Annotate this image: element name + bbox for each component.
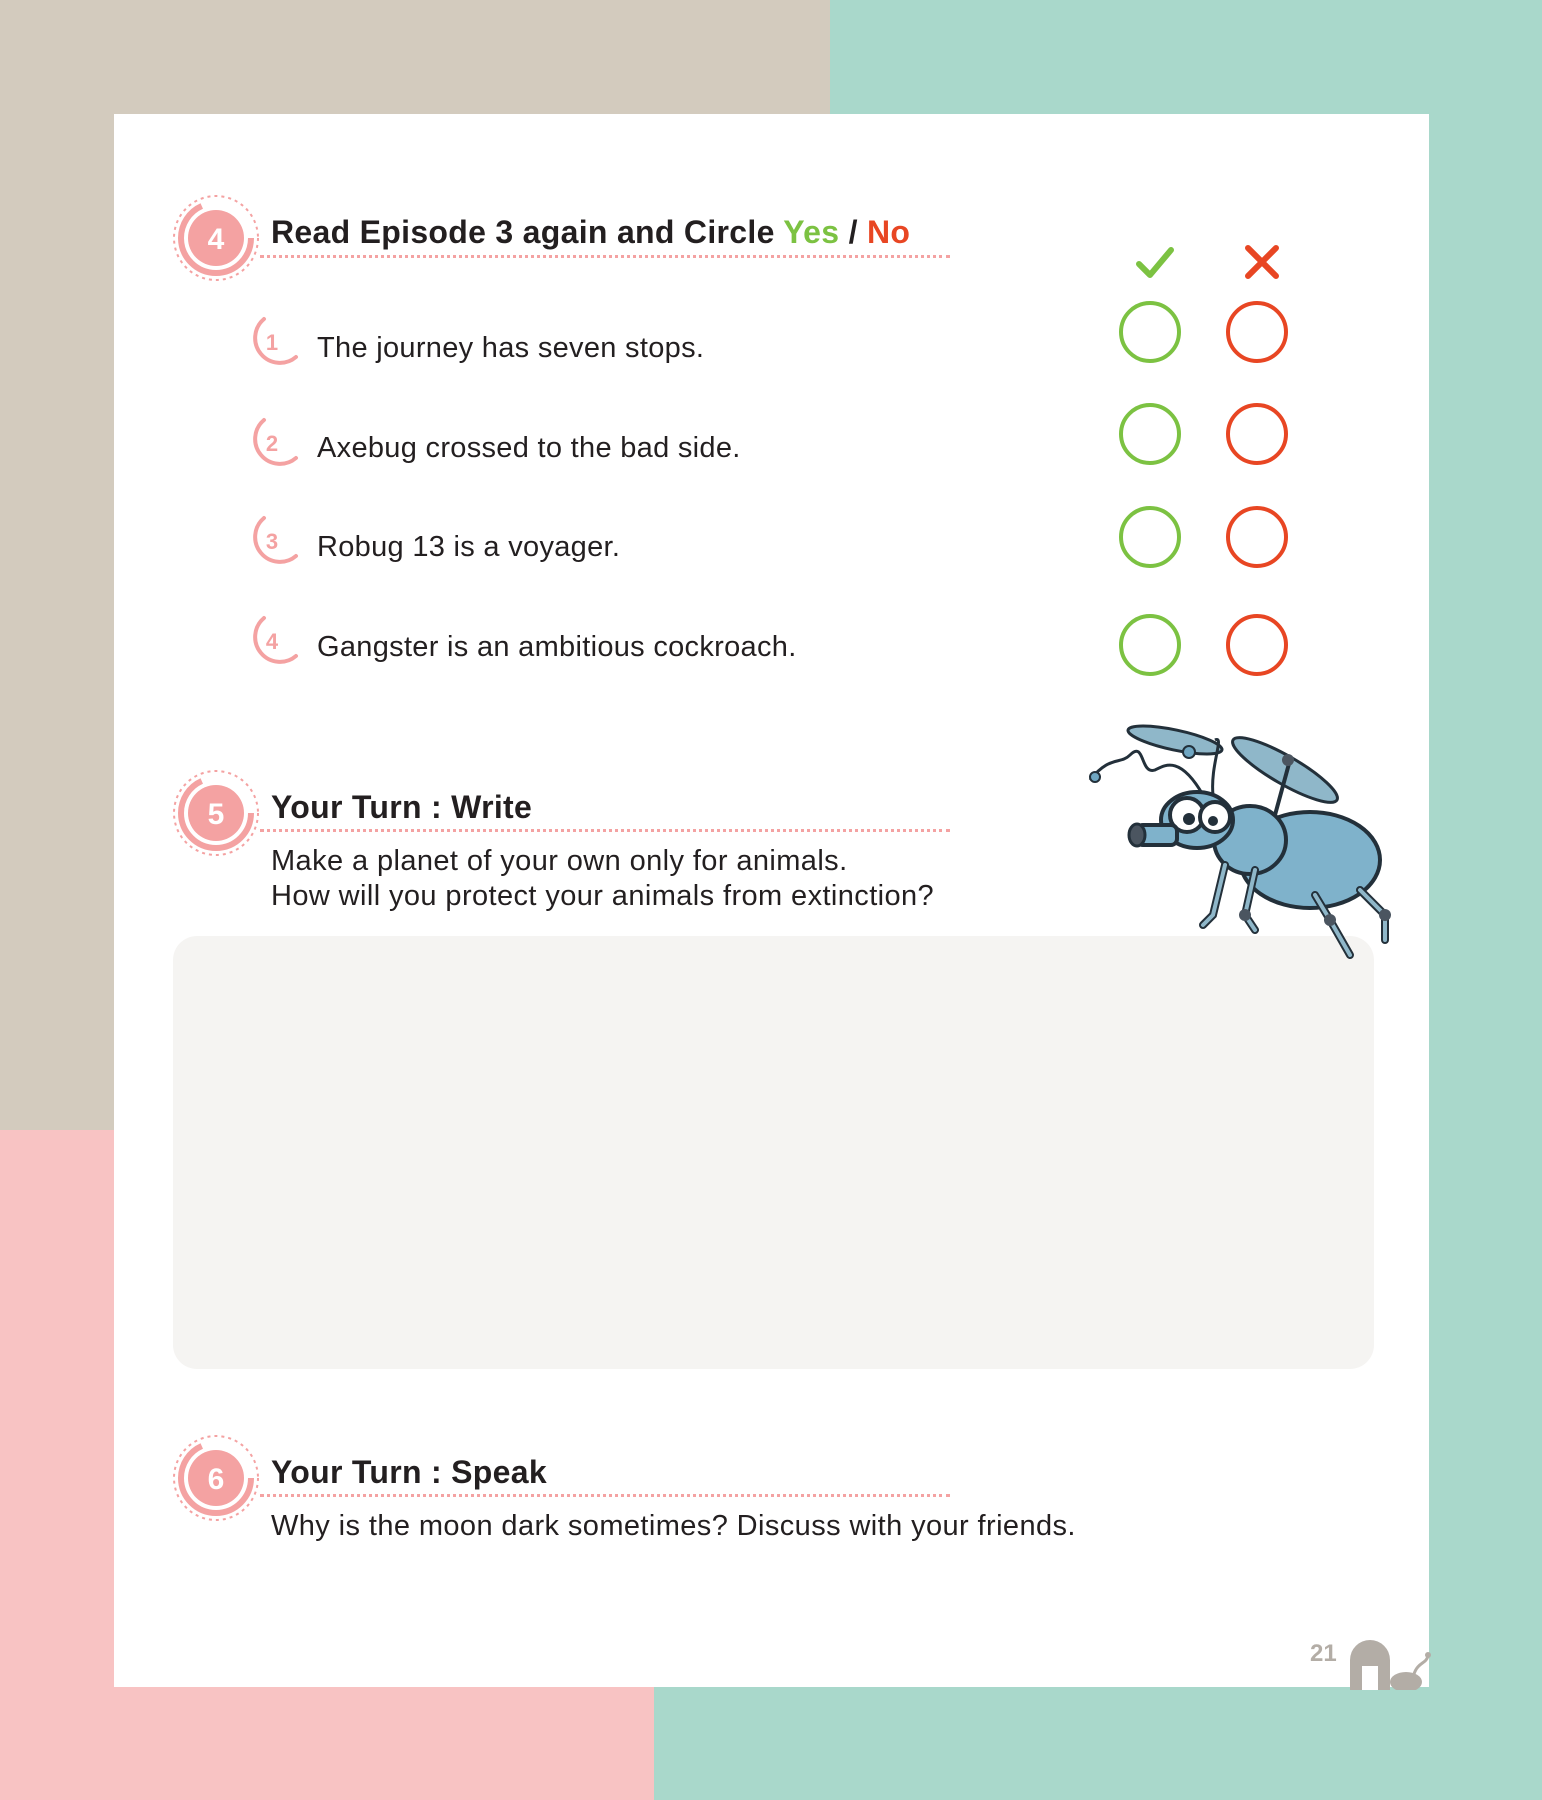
section-5-number: 5 [208,798,225,831]
question-1-no-circle[interactable] [1226,301,1288,363]
question-3-badge: 3 [253,516,298,564]
section-4-number: 4 [208,223,225,256]
question-3-yes-circle[interactable] [1119,506,1181,568]
section-5-prompt-line-1: Make a planet of your own only for anima… [271,845,848,877]
section-4-title: Read Episode 3 again and Circle Yes / No [271,214,910,251]
slash-separator: / [839,214,867,250]
question-1-number: 1 [266,330,278,355]
section-6-number: 6 [208,1463,225,1496]
check-icon [1136,247,1174,278]
section-5-title: Your Turn : Write [271,789,533,825]
question-2-text: Axebug crossed to the bad side. [317,432,741,464]
section-5-badge: 5 [173,770,259,856]
section-6-underline [260,1494,950,1497]
section-5-underline [260,829,950,832]
question-4-number: 4 [266,629,279,654]
section-4-title-text: Read Episode 3 again and Circle [271,214,784,250]
robot-bug-illustration [1088,724,1391,959]
section-6-title: Your Turn : Speak [271,1454,547,1490]
no-label: No [866,214,911,250]
question-2-yes-circle[interactable] [1119,403,1181,465]
yes-label: Yes [783,214,840,250]
section-4-badge: 4 [173,195,259,281]
page-number: 21 [1310,1640,1337,1667]
question-1-text: The journey has seven stops. [317,332,705,364]
question-1-badge: 1 [253,317,298,365]
question-4-no-circle[interactable] [1226,614,1288,676]
section-6-prompt: Why is the moon dark sometimes? Discuss … [271,1510,1076,1542]
page-mascot-icon [1350,1640,1431,1690]
question-3-text: Robug 13 is a voyager. [317,531,621,563]
question-2-number: 2 [266,431,278,456]
section-5-prompt-line-2: How will you protect your animals from e… [271,880,935,912]
question-4-yes-circle[interactable] [1119,614,1181,676]
section-6-badge: 6 [173,1435,259,1521]
question-3-number: 3 [266,529,278,554]
section-4-underline [260,255,950,258]
question-1-yes-circle[interactable] [1119,301,1181,363]
writing-area[interactable] [173,936,1374,1369]
cross-icon [1245,245,1279,279]
question-2-badge: 2 [253,418,298,466]
question-2-no-circle[interactable] [1226,403,1288,465]
question-3-no-circle[interactable] [1226,506,1288,568]
question-4-text: Gangster is an ambitious cockroach. [317,631,797,663]
question-4-badge: 4 [253,616,298,664]
